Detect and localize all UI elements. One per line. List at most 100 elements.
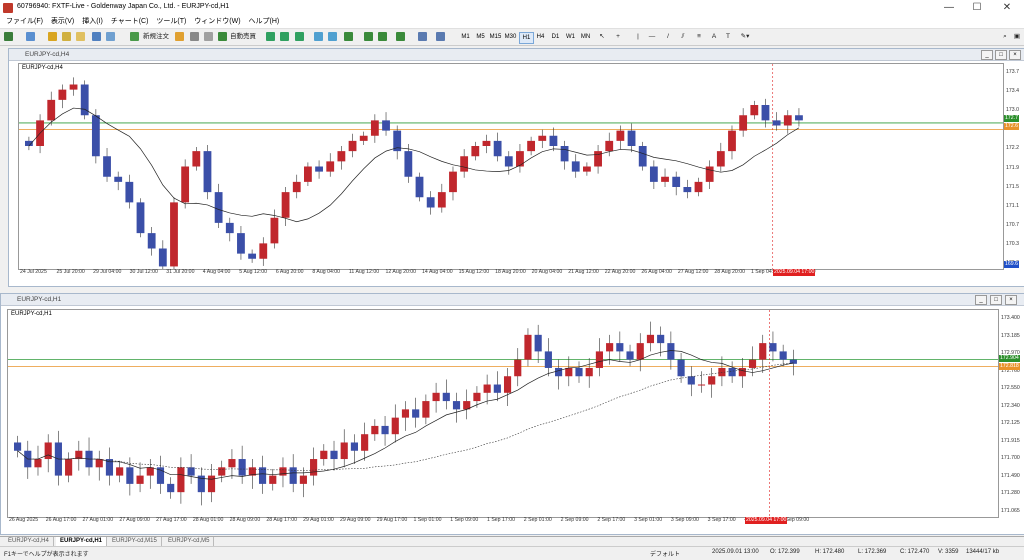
vps-icon[interactable] (204, 32, 213, 41)
periods-icon[interactable] (418, 32, 427, 41)
zoom-out-icon[interactable] (328, 32, 337, 41)
price-chart-h1[interactable]: EURJPY-cd,H1 (7, 309, 999, 518)
signals-icon[interactable] (190, 32, 199, 41)
candle-body (646, 334, 655, 344)
candle-chart-icon[interactable] (280, 32, 289, 41)
candle-body (299, 475, 307, 484)
price-tag-green: 172.7 (1004, 115, 1019, 122)
tab-h4[interactable]: EURJPY-cd,H4 (4, 537, 54, 546)
crosshair-icon[interactable]: + (614, 31, 622, 42)
chat-icon[interactable]: ▣ (1012, 31, 1022, 42)
price-chart-h4[interactable]: EURJPY-cd,H4 (18, 63, 1004, 270)
menu-window[interactable]: ウィンドウ(W) (194, 16, 240, 28)
templates-icon[interactable] (436, 32, 445, 41)
chart-window-h4[interactable]: EURJPY-cd,H4 _ □ × EURJPY-cd,H4 173.7 173… (8, 48, 1024, 287)
new-order-button[interactable]: 新規注文 (141, 31, 171, 42)
tab-h1[interactable]: EURJPY-cd,H1 (56, 537, 108, 546)
candles-h4 (19, 64, 1003, 269)
cursor-icon[interactable]: ↖ (598, 31, 606, 42)
tab-m15[interactable]: EURJPY-cd,M15 (108, 537, 162, 546)
profiles-icon[interactable] (26, 32, 35, 41)
line-chart-icon[interactable] (295, 32, 304, 41)
text-icon[interactable]: A (710, 31, 718, 42)
horizontal-line-icon[interactable]: — (648, 31, 656, 42)
minimize-button[interactable]: — (934, 0, 964, 16)
tab-m5[interactable]: EURJPY-cd,M5 (164, 537, 215, 546)
timeframe-m30[interactable]: M30 (504, 32, 517, 42)
menu-insert[interactable]: 挿入(I) (82, 16, 103, 28)
candle-body (14, 442, 22, 451)
time-tick: 29 Aug 01:00 (303, 517, 334, 523)
new-order-icon[interactable] (130, 32, 139, 41)
search-icon[interactable]: ⌕ (1000, 31, 1010, 42)
metaeditor-icon[interactable] (175, 32, 184, 41)
menu-help[interactable]: ヘルプ(H) (249, 16, 280, 28)
candle-body (783, 115, 792, 126)
candle-body (382, 120, 390, 131)
timeframe-h4[interactable]: H4 (534, 32, 547, 42)
candle-body (705, 166, 714, 182)
data-window-icon[interactable] (62, 32, 71, 41)
candle-body (289, 467, 297, 484)
market-watch-icon[interactable] (48, 32, 57, 41)
candle-body (381, 425, 389, 435)
tester-icon[interactable] (106, 32, 115, 41)
candle-body (304, 166, 312, 182)
timeframe-m1[interactable]: M1 (459, 32, 472, 42)
chart-maximize-button[interactable]: □ (995, 50, 1007, 60)
timeframe-m15[interactable]: M15 (489, 32, 502, 42)
chart-maximize-button[interactable]: □ (990, 295, 1002, 305)
tile-windows-icon[interactable] (344, 32, 353, 41)
menu-file[interactable]: ファイル(F) (6, 16, 43, 28)
zoom-in-icon[interactable] (314, 32, 323, 41)
new-chart-icon[interactable] (4, 32, 13, 41)
indicators-icon[interactable] (396, 32, 405, 41)
trendline-icon[interactable]: / (664, 31, 672, 42)
shapes-icon[interactable]: ✎▾ (738, 31, 752, 42)
candle-body (571, 161, 580, 172)
timeframe-h1[interactable]: H1 (519, 32, 534, 44)
candle-body (616, 343, 624, 352)
channel-icon[interactable]: ⫽ (678, 31, 688, 42)
candle-body (238, 459, 246, 476)
label-icon[interactable]: T (724, 31, 732, 42)
candle-body (95, 459, 103, 468)
timeframe-mn[interactable]: MN (579, 32, 592, 42)
timeframe-w1[interactable]: W1 (564, 32, 577, 42)
terminal-icon[interactable] (92, 32, 101, 41)
chart-minimize-button[interactable]: _ (975, 295, 987, 305)
vertical-line-icon[interactable]: | (634, 31, 642, 42)
timeframe-d1[interactable]: D1 (549, 32, 562, 42)
chart-window-h1[interactable]: EURJPY-cd,H1 _ □ × EURJPY-cd,H1 173.400 1… (0, 293, 1024, 535)
navigator-icon[interactable] (76, 32, 85, 41)
menu-view[interactable]: 表示(V) (51, 16, 74, 28)
time-marker-tag: 2025.09.04 17:00 (773, 269, 816, 276)
candle-body (657, 334, 665, 344)
time-tick: 3 Sep 09:00 (670, 517, 699, 523)
menu-chart[interactable]: チャート(C) (111, 16, 149, 28)
candle-body (606, 343, 614, 352)
fibonacci-icon[interactable]: ≡ (694, 31, 704, 42)
price-tick: 170.3 (1006, 240, 1019, 247)
time-tick: 11 Aug 12:00 (348, 269, 380, 275)
close-button[interactable]: ✕ (992, 0, 1022, 16)
candle-body (716, 151, 725, 167)
autoscroll-icon[interactable] (364, 32, 373, 41)
candle-body (627, 130, 636, 146)
bar-chart-icon[interactable] (266, 32, 275, 41)
candle-body (772, 120, 781, 126)
menu-tools[interactable]: ツール(T) (156, 16, 186, 28)
candle-body (585, 367, 593, 377)
candle-body (34, 459, 42, 468)
status-low: L: 172.369 (858, 549, 887, 555)
status-bar: F1キーでヘルプが表示されます デフォルト 2025.09.01 13:00 O… (0, 546, 1024, 560)
candle-body (69, 84, 78, 90)
timeframe-m5[interactable]: M5 (474, 32, 487, 42)
chart-minimize-button[interactable]: _ (981, 50, 993, 60)
chart-close-button[interactable]: × (1005, 295, 1017, 305)
chart-shift-icon[interactable] (378, 32, 387, 41)
chart-close-button[interactable]: × (1009, 50, 1021, 60)
auto-trade-button[interactable]: 自動売買 (228, 31, 258, 42)
auto-trade-icon[interactable] (218, 32, 227, 41)
maximize-button[interactable]: ☐ (962, 0, 992, 16)
